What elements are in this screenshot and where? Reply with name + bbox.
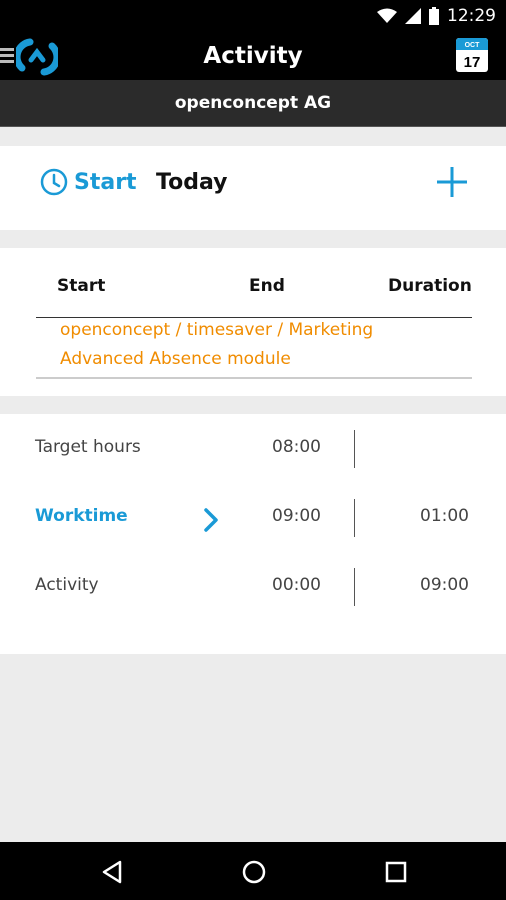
battery-icon [429,7,439,25]
date-label[interactable]: Today [156,170,227,195]
calendar-day: 17 [464,54,481,71]
add-icon[interactable] [436,166,468,198]
summary-separator [354,430,355,468]
activity-value: 00:00 [272,575,321,595]
target-hours-label: Target hours [35,437,141,457]
activity-difference: 09:00 [420,575,469,595]
worktime-label[interactable]: Worktime [35,506,128,526]
page-title: Activity [203,43,303,69]
home-icon[interactable] [241,859,267,885]
start-button[interactable]: Start [74,170,137,195]
status-icons: 12:29 [377,5,496,27]
target-hours-value: 08:00 [272,437,321,457]
back-icon[interactable] [99,859,125,885]
status-time: 12:29 [447,6,496,26]
clock-icon[interactable] [40,168,68,196]
summary-separator [354,499,355,537]
column-header-end: End [249,276,285,296]
company-name: openconcept AG [174,93,332,113]
list-item[interactable]: Advanced Absence module [60,349,291,369]
company-bar: openconcept AG [0,80,506,127]
column-header-duration: Duration [388,276,472,296]
app-bar: Activity OCT 17 [0,32,506,80]
wifi-icon [377,8,397,23]
system-nav-bar [0,842,506,900]
list-item[interactable]: openconcept / timesaver / Marketing [60,320,373,340]
recent-apps-icon[interactable] [383,859,409,885]
worktime-difference: 01:00 [420,506,469,526]
activity-label: Activity [35,575,99,595]
signal-icon [405,8,421,24]
column-header-start: Start [57,276,106,296]
chevron-right-icon[interactable] [203,507,219,533]
summary-separator [354,568,355,606]
calendar-icon[interactable]: OCT 17 [456,38,488,72]
worktime-value: 09:00 [272,506,321,526]
status-bar: 12:29 [0,0,506,32]
header-divider [36,317,472,318]
list-divider [36,377,472,379]
calendar-month: OCT [465,42,481,49]
